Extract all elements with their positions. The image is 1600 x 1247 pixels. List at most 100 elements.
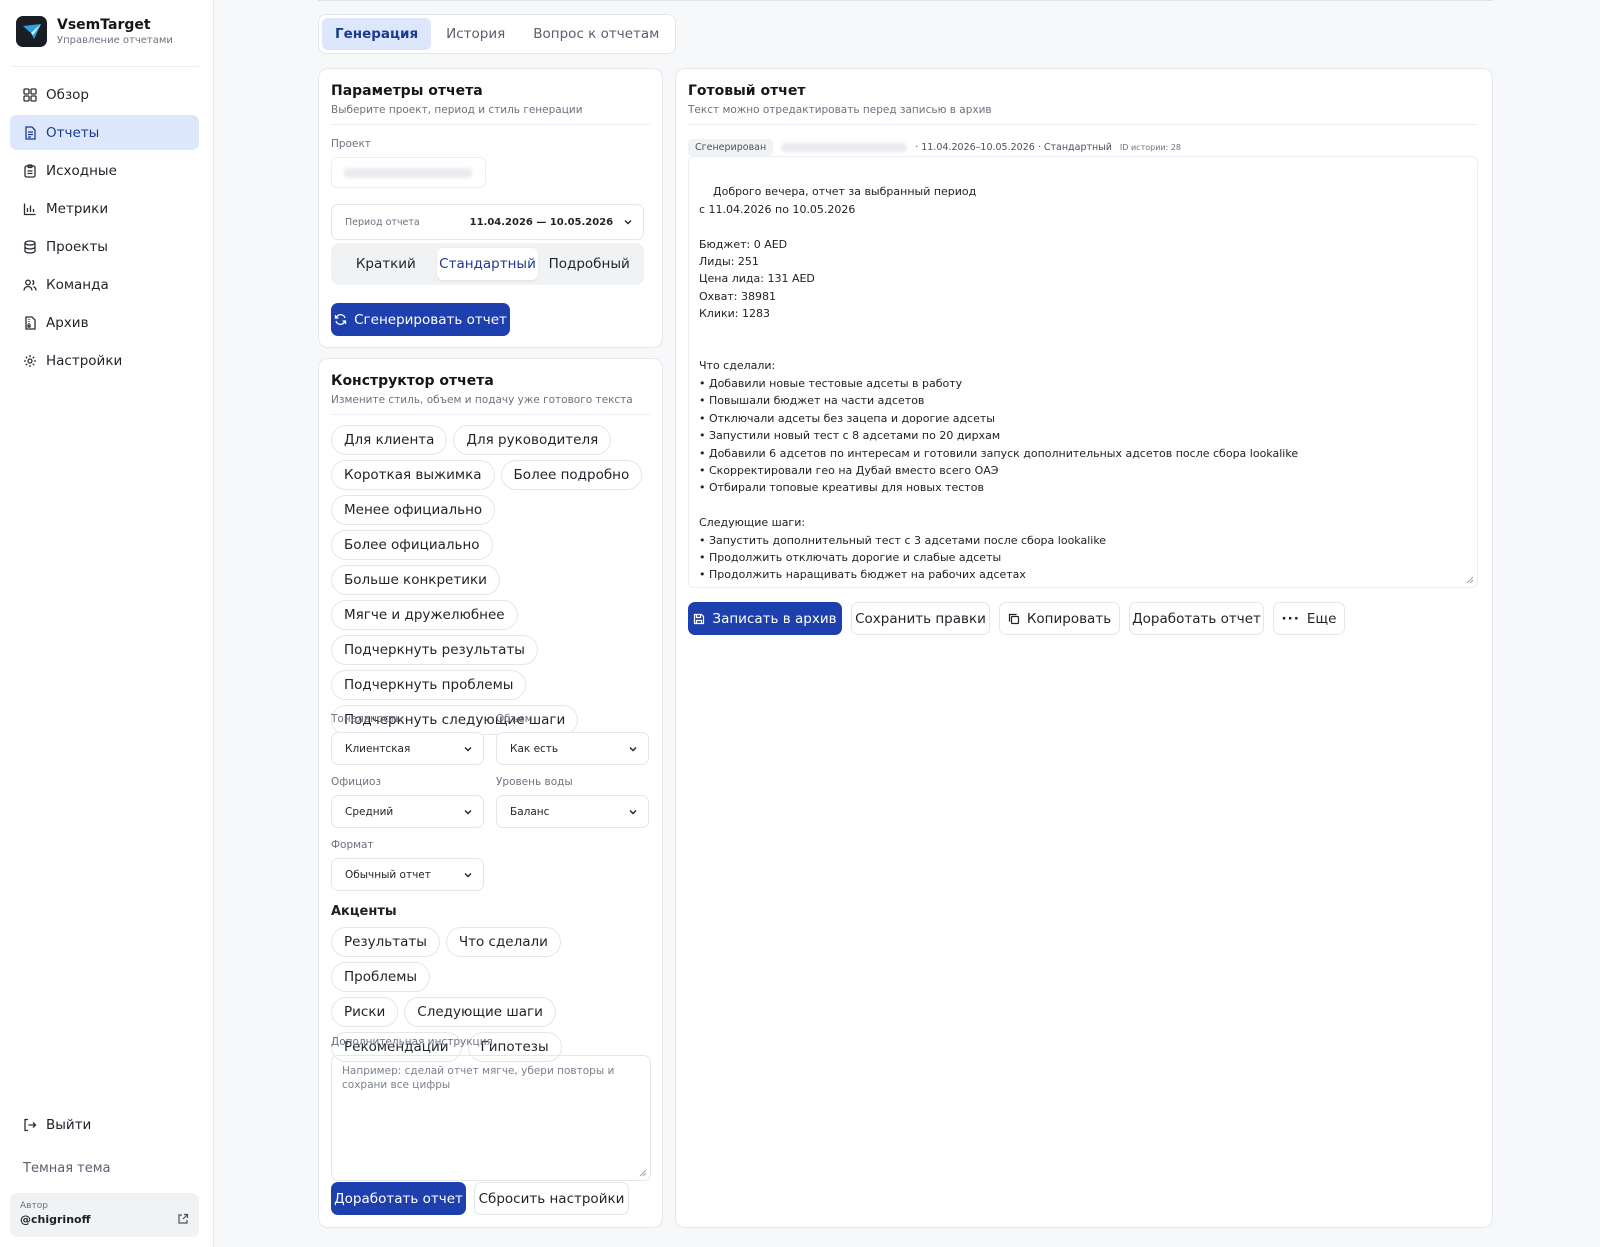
sidebar-item-projects[interactable]: Проекты: [10, 229, 199, 264]
refine-report-button[interactable]: Доработать отчет: [331, 1182, 466, 1215]
copy-label: Копировать: [1026, 610, 1112, 627]
sidebar-nav: Обзор Отчеты Исходные Метрики Проекты Ко…: [10, 77, 199, 381]
tone-label: Тональность: [331, 713, 402, 725]
chip-risks[interactable]: Риски: [331, 997, 399, 1027]
refresh-icon: [334, 314, 347, 325]
chevron-down-icon: [629, 809, 637, 814]
officialese-label: Официоз: [331, 776, 382, 788]
sidebar-item-reports[interactable]: Отчеты: [10, 115, 199, 150]
tab-questions[interactable]: Вопрос к отчетам: [520, 18, 672, 50]
divider: [331, 414, 651, 415]
archive-file-icon: [23, 315, 37, 330]
copy-button[interactable]: Копировать: [999, 602, 1120, 635]
author-label: Автор: [20, 1201, 48, 1211]
report-text: Доброго вечера, отчет за выбранный перио…: [699, 185, 1299, 587]
project-select[interactable]: [331, 157, 486, 188]
report-params-card: Параметры отчета Выберите проект, период…: [318, 68, 663, 348]
sidebar-item-settings[interactable]: Настройки: [10, 343, 199, 378]
copy-icon: [1008, 613, 1019, 624]
tab-history[interactable]: История: [433, 18, 518, 50]
accents-title: Акценты: [331, 904, 397, 919]
params-subtitle: Выберите проект, период и стиль генераци…: [331, 104, 583, 116]
chip-problems[interactable]: Проблемы: [331, 962, 431, 992]
divider: [688, 124, 1478, 125]
brand-name: VsemTarget: [57, 17, 151, 33]
chip-more-formal[interactable]: Более официально: [331, 530, 493, 560]
style-segmented: Краткий Стандартный Подробный: [331, 243, 644, 285]
report-meta: Сгенерирован · 11.04.2026–10.05.2026 · С…: [688, 139, 1181, 156]
sidebar-item-metrics[interactable]: Метрики: [10, 191, 199, 226]
style-short[interactable]: Краткий: [335, 248, 437, 280]
instruction-placeholder: Например: сделай отчет мягче, убери повт…: [342, 1065, 615, 1091]
theme-toggle[interactable]: Темная тема: [23, 1161, 111, 1176]
project-name-blurred: [781, 143, 908, 152]
format-select[interactable]: Обычный отчет: [331, 858, 484, 891]
reset-settings-button[interactable]: Сбросить настройки: [474, 1182, 629, 1215]
chip-emphasize-results[interactable]: Подчеркнуть результаты: [331, 635, 538, 665]
resize-handle-icon[interactable]: [1466, 576, 1474, 584]
period-select[interactable]: Период отчета 11.04.2026 — 10.05.2026: [331, 204, 644, 240]
chevron-down-icon: [464, 746, 472, 751]
instruction-textarea[interactable]: Например: сделай отчет мягче, убери повт…: [331, 1055, 651, 1181]
report-text-editor[interactable]: Доброго вечера, отчет за выбранный перио…: [688, 156, 1478, 588]
tab-generation[interactable]: Генерация: [322, 18, 432, 50]
period-label: Период отчета: [345, 216, 420, 228]
report-constructor-card: Конструктор отчета Измените стиль, объем…: [318, 358, 663, 1228]
sidebar-item-label: Проекты: [46, 238, 108, 255]
chip-for-client[interactable]: Для клиента: [331, 425, 448, 455]
external-link-icon[interactable]: [177, 1213, 189, 1225]
format-value: Обычный отчет: [345, 868, 431, 881]
tab-bar: Генерация История Вопрос к отчетам: [318, 14, 677, 54]
sidebar-item-sources[interactable]: Исходные: [10, 153, 199, 188]
chip-results[interactable]: Результаты: [331, 927, 440, 957]
history-id: ID истории: 28: [1119, 143, 1182, 152]
chip-emphasize-problems[interactable]: Подчеркнуть проблемы: [331, 670, 527, 700]
style-chips: Для клиента Для руководителя Короткая выж…: [331, 425, 656, 740]
logo-icon: [16, 16, 47, 47]
style-detailed[interactable]: Подробный: [538, 248, 640, 280]
officialese-select[interactable]: Средний: [331, 795, 484, 828]
chip-what-done[interactable]: Что сделали: [445, 927, 561, 957]
chip-more-specific[interactable]: Больше конкретики: [331, 565, 500, 595]
period-value: 11.04.2026 — 10.05.2026: [469, 216, 614, 228]
sidebar-item-label: Исходные: [46, 162, 117, 179]
sidebar-item-archive[interactable]: Архив: [10, 305, 199, 340]
logout-button[interactable]: Выйти: [23, 1117, 91, 1133]
sidebar: VsemTarget Управление отчетами Обзор Отч…: [0, 0, 214, 1247]
sidebar-item-label: Отчеты: [46, 124, 100, 141]
report-actions: Записать в архив Сохранить правки Копиро…: [688, 602, 1345, 635]
more-button[interactable]: ··· Еще: [1273, 602, 1345, 635]
chevron-down-icon: [629, 746, 637, 751]
volume-select[interactable]: Как есть: [496, 732, 649, 765]
params-title: Параметры отчета: [331, 83, 483, 99]
report-meta-text: · 11.04.2026–10.05.2026 · Стандартный: [915, 142, 1112, 153]
refine-report-button-2[interactable]: Доработать отчет: [1129, 602, 1264, 635]
chip-less-formal[interactable]: Менее официально: [331, 495, 496, 525]
sidebar-item-overview[interactable]: Обзор: [10, 77, 199, 112]
chip-softer[interactable]: Мягче и дружелюбнее: [331, 600, 518, 630]
chip-next-steps[interactable]: Следующие шаги: [404, 997, 556, 1027]
author-card[interactable]: Автор @chigrinoff: [10, 1193, 199, 1237]
more-label: Еще: [1306, 610, 1337, 627]
water-select[interactable]: Баланс: [496, 795, 649, 828]
brand[interactable]: VsemTarget Управление отчетами: [16, 16, 173, 47]
project-label: Проект: [331, 138, 371, 150]
resize-handle-icon[interactable]: [639, 1169, 647, 1177]
save-to-archive-button[interactable]: Записать в архив: [688, 602, 842, 635]
chevron-down-icon: [464, 872, 472, 877]
style-standard[interactable]: Стандартный: [436, 248, 539, 280]
brand-subtitle: Управление отчетами: [57, 35, 173, 46]
chip-more-detail[interactable]: Более подробно: [500, 460, 643, 490]
generate-report-button[interactable]: Сгенерировать отчет: [331, 303, 510, 336]
report-title: Готовый отчет: [688, 83, 806, 99]
volume-value: Как есть: [510, 742, 559, 755]
officialese-value: Средний: [345, 805, 394, 818]
sidebar-item-label: Метрики: [46, 200, 109, 217]
tone-select[interactable]: Клиентская: [331, 732, 484, 765]
chip-for-manager[interactable]: Для руководителя: [453, 425, 612, 455]
report-subtitle: Текст можно отредактировать перед запись…: [688, 104, 992, 116]
save-edits-button[interactable]: Сохранить правки: [851, 602, 990, 635]
logout-icon: [23, 1118, 37, 1132]
sidebar-item-team[interactable]: Команда: [10, 267, 199, 302]
chip-short-summary[interactable]: Короткая выжимка: [331, 460, 495, 490]
